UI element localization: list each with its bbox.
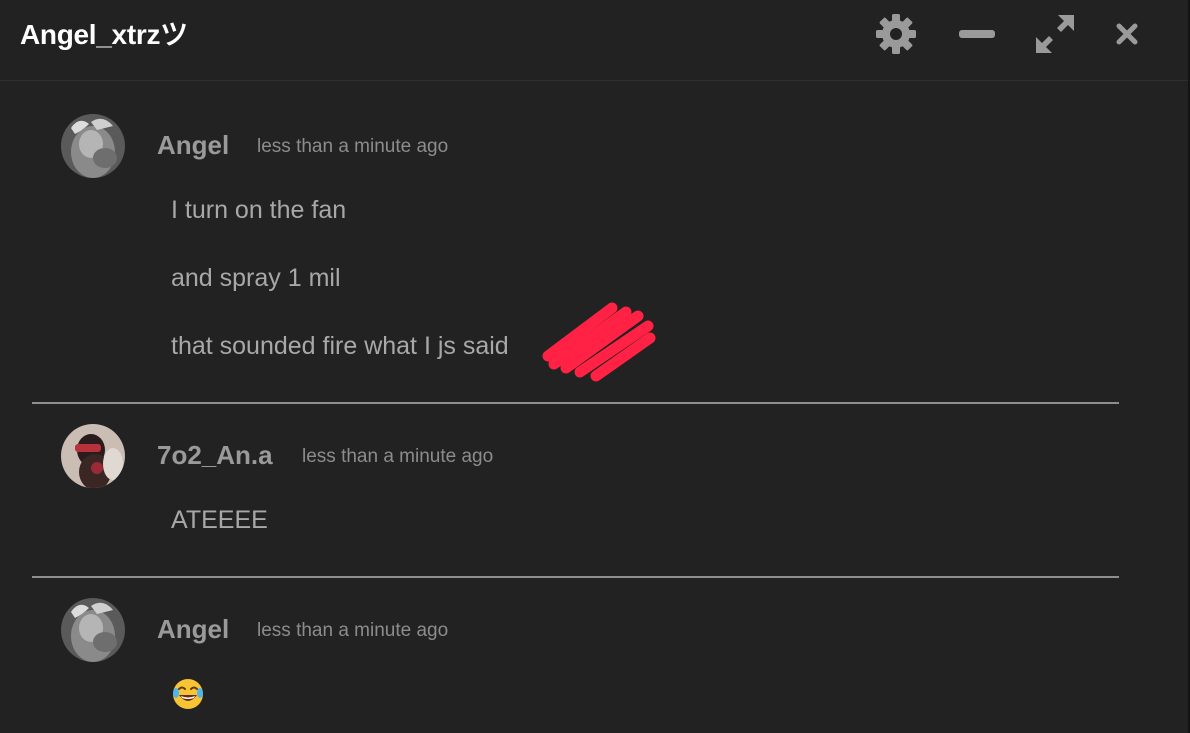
avatar[interactable]	[61, 598, 125, 662]
avatar[interactable]	[61, 424, 125, 488]
title-bar: Angel_xtrzツ	[0, 0, 1190, 81]
message-text: ATEEEE	[171, 506, 268, 534]
message-text: and spray 1 mil	[171, 264, 341, 292]
message-divider	[32, 402, 1119, 404]
close-button[interactable]	[1105, 12, 1149, 56]
avatar[interactable]	[61, 114, 125, 178]
settings-button[interactable]	[874, 12, 918, 56]
expand-icon	[1036, 15, 1074, 53]
redaction-scribble	[542, 302, 656, 382]
message-text: that sounded fire what I js said	[171, 332, 509, 360]
minimize-button[interactable]	[955, 12, 999, 56]
message-timestamp: less than a minute ago	[257, 620, 449, 641]
close-icon	[1116, 23, 1138, 45]
message-author[interactable]: 7o2_An.a	[157, 440, 273, 471]
message-author[interactable]: Angel	[157, 130, 229, 161]
message-timestamp: less than a minute ago	[257, 136, 449, 157]
maximize-button[interactable]	[1033, 12, 1077, 56]
minimize-icon	[959, 30, 995, 38]
message-timestamp: less than a minute ago	[302, 446, 494, 467]
message-text: I turn on the fan	[171, 196, 347, 224]
laughing-crying-emoji-icon	[173, 679, 203, 709]
message-author[interactable]: Angel	[157, 614, 229, 645]
message-divider	[32, 576, 1119, 578]
gear-icon	[876, 14, 916, 54]
window-title: Angel_xtrzツ	[20, 19, 188, 50]
chat-window: Angel_xtrzツ Angel less than a minute ago…	[0, 0, 1190, 733]
